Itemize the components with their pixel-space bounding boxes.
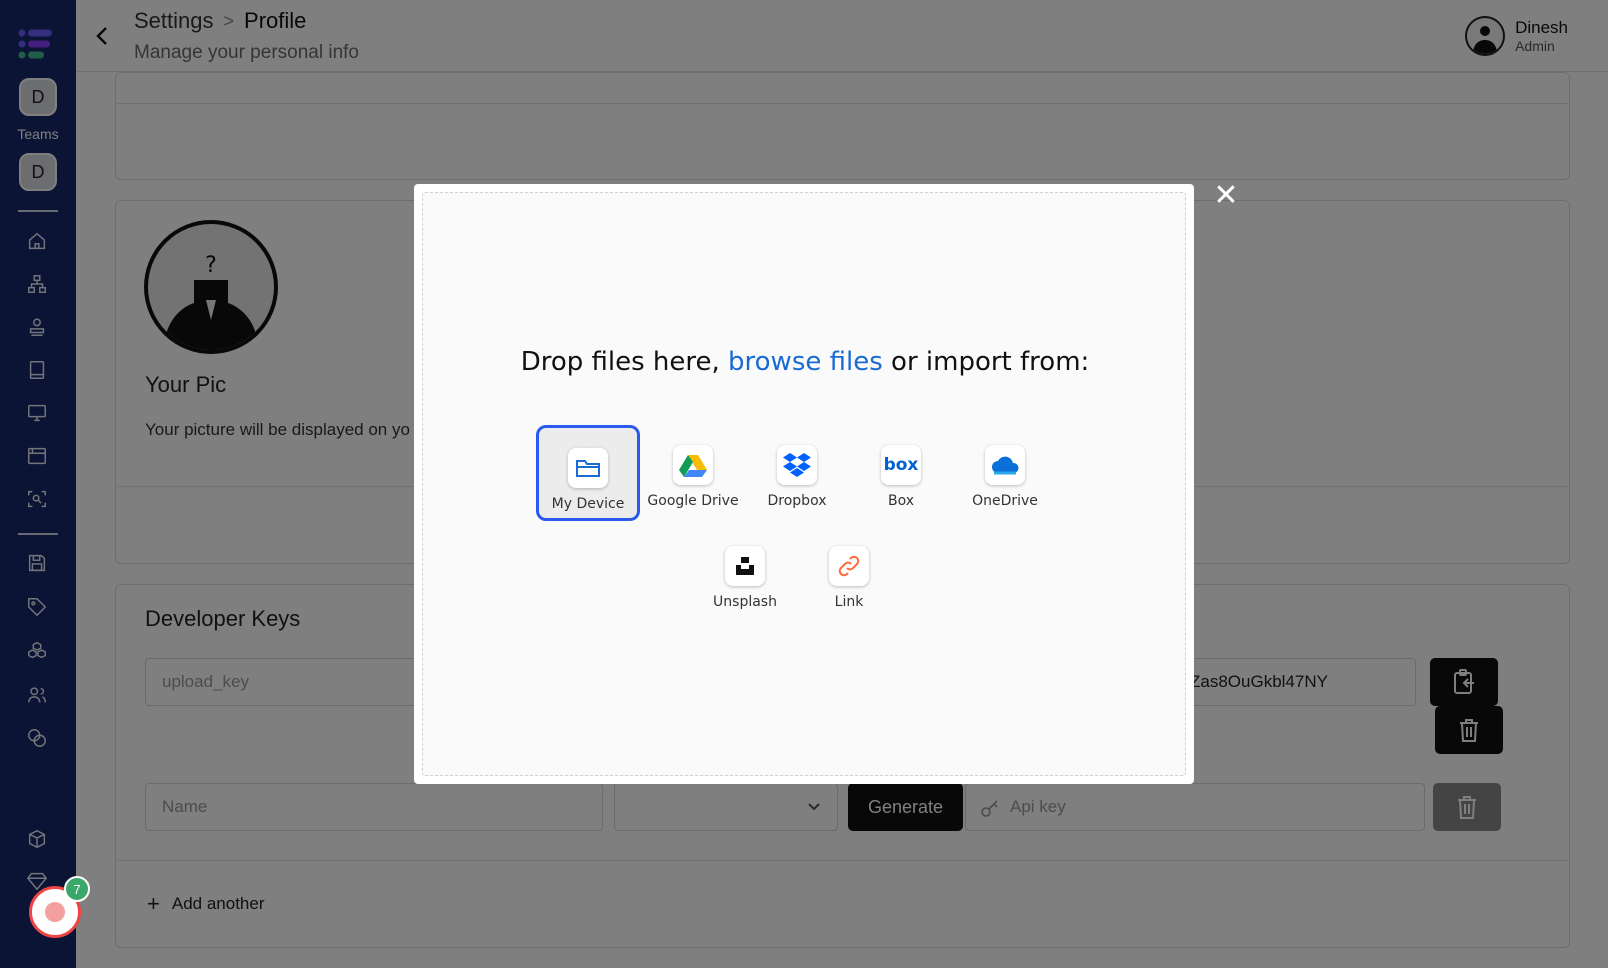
source-my-device[interactable]: My Device	[536, 425, 640, 521]
source-unsplash[interactable]: Unsplash	[693, 526, 797, 622]
launcher-dot	[45, 902, 65, 922]
drop-title-prefix: Drop files here,	[520, 347, 729, 377]
link-icon	[829, 546, 869, 586]
source-onedrive[interactable]: OneDrive	[953, 425, 1057, 521]
dropbox-icon	[777, 445, 817, 485]
source-label: Dropbox	[767, 493, 827, 509]
file-dropzone[interactable]: Drop files here, browse files or import …	[422, 192, 1186, 776]
source-label: Unsplash	[713, 594, 777, 610]
source-label: Google Drive	[647, 493, 739, 509]
drop-title-suffix: or import from:	[882, 347, 1090, 377]
dropzone-title: Drop files here, browse files or import …	[423, 345, 1187, 379]
source-dropbox[interactable]: Dropbox	[745, 425, 849, 521]
source-label: OneDrive	[972, 493, 1038, 509]
close-modal-icon[interactable]: ✕	[1212, 181, 1240, 211]
notification-badge: 7	[64, 876, 90, 902]
onedrive-icon	[985, 445, 1025, 485]
browse-files-link[interactable]: browse files	[728, 347, 883, 377]
box-icon: box	[881, 445, 921, 485]
unsplash-icon	[725, 546, 765, 586]
source-label: Box	[887, 493, 915, 509]
source-link[interactable]: Link	[797, 526, 901, 622]
file-upload-modal: Drop files here, browse files or import …	[414, 184, 1194, 784]
source-box[interactable]: box Box	[849, 425, 953, 521]
source-label: My Device	[551, 496, 625, 512]
folder-icon	[568, 448, 608, 488]
source-google-drive[interactable]: Google Drive	[641, 425, 745, 521]
source-label: Link	[834, 594, 864, 610]
google-drive-icon	[673, 445, 713, 485]
